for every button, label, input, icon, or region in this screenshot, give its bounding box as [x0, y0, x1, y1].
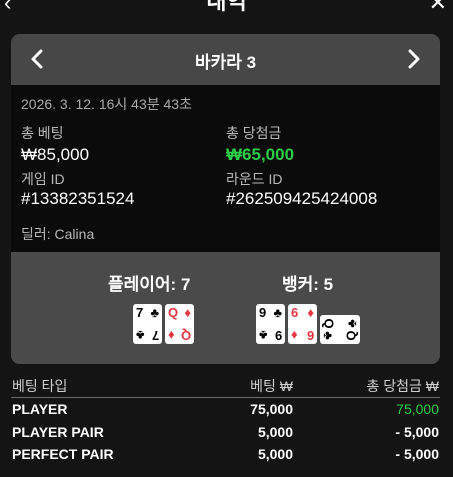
player-card-2: Q ♦ Q ♦: [165, 304, 194, 344]
bet-amount-cell: 75,000: [250, 401, 293, 417]
win-amount-cell: 75,000: [396, 401, 439, 417]
table-row: PLAYER PAIR 5,000 - 5,000: [11, 421, 440, 444]
game-title: 바카라 3: [194, 53, 257, 72]
game-id-value: #13382351524: [21, 189, 135, 208]
header-bet: 베팅 ₩: [250, 378, 293, 394]
card-rank: 9: [259, 305, 267, 320]
round-id-value: #262509425424008: [226, 189, 378, 208]
header-win: 총 당첨금 ₩: [366, 378, 439, 394]
card-suit-icon: ♦: [184, 305, 191, 320]
player-score-label: 플레이어: 7: [108, 275, 191, 294]
bet-table-header: 베팅 타입 베팅 ₩ 총 당첨금 ₩: [11, 372, 440, 398]
total-win-label: 총 당첨금: [226, 125, 282, 141]
table-row: PERFECT PAIR 5,000 - 5,000: [11, 443, 440, 466]
game-id-label: 게임 ID: [21, 171, 65, 187]
bet-type-cell: PLAYER PAIR: [12, 423, 104, 440]
card-suit-icon: ♣: [344, 319, 360, 328]
next-round-button[interactable]: [402, 45, 426, 73]
total-bet-value: ₩85,000: [21, 145, 90, 164]
card-suit-icon: ♣: [273, 305, 282, 320]
bet-table-body: PLAYER 75,000 75,000 PLAYER PAIR 5,000 - 5,00…: [11, 398, 440, 466]
card-suit-icon: ♣: [150, 305, 159, 320]
player-cards: 7 ♣ 7 ♣ Q ♦ Q ♦: [133, 304, 194, 344]
card-suit-icon: ♦: [291, 328, 298, 343]
total-bet-label: 총 베팅: [21, 125, 64, 141]
card-rank: Q: [168, 305, 179, 320]
card-rank: 6: [291, 305, 299, 320]
banker-card-3: Q ♣ Q ♣: [320, 315, 360, 344]
bet-table: 베팅 타입 베팅 ₩ 총 당첨금 ₩ PLAYER 75,000 75,000 PLA…: [11, 372, 440, 466]
header-bet-type: 베팅 타입: [12, 378, 68, 394]
card-rank: 6: [306, 328, 314, 343]
close-icon[interactable]: ✕: [429, 0, 447, 14]
win-amount-cell: - 5,000: [395, 423, 439, 440]
card-header: 바카라 3: [11, 34, 440, 85]
history-card: 바카라 3 2026. 3. 12. 16시 43분 43초 총 베팅 ₩85,…: [11, 34, 440, 364]
card-rank: Q: [321, 318, 337, 329]
win-amount-cell: - 5,000: [395, 446, 439, 462]
round-info: 2026. 3. 12. 16시 43분 43초 총 베팅 ₩85,000 총 …: [11, 85, 440, 252]
banker-card-1: 9 ♣ 9 ♣: [256, 304, 285, 344]
bet-type-cell: PLAYER: [12, 401, 68, 417]
bet-amount-cell: 5,000: [257, 423, 293, 440]
bet-amount-cell: 5,000: [257, 446, 293, 462]
banker-cards: 9 ♣ 9 ♣ 6 ♦ 6 ♦ Q ♣ Q ♣: [256, 304, 360, 344]
round-datetime: 2026. 3. 12. 16시 43분 43초: [21, 96, 192, 112]
chevron-right-icon: [408, 49, 420, 69]
page-title: 내역: [206, 0, 247, 14]
dealer-name: 딜러: Calina: [21, 226, 95, 242]
round-results: 플레이어: 7 뱅커: 5 7 ♣ 7 ♣ Q ♦ Q ♦ 9 ♣ 9 ♣ 6 ♦ 6 ♦ Q ♣ Q ♣: [11, 252, 440, 364]
card-rank: Q: [343, 330, 359, 341]
top-bar: ‹ 내역 ✕: [0, 0, 453, 24]
card-suit-icon: ♣: [136, 328, 145, 343]
banker-card-2: 6 ♦ 6 ♦: [288, 304, 317, 344]
card-suit-icon: ♣: [259, 328, 268, 343]
bet-type-cell: PERFECT PAIR: [12, 446, 114, 462]
round-id-label: 라운드 ID: [226, 171, 283, 187]
table-row: PLAYER 75,000 75,000: [11, 398, 440, 421]
card-rank: 7: [136, 305, 144, 320]
card-rank: 9: [274, 328, 282, 343]
card-suit-icon: ♦: [168, 328, 175, 343]
card-rank: 7: [151, 328, 159, 343]
banker-score-label: 뱅커: 5: [282, 275, 334, 294]
card-suit-icon: ♦: [307, 305, 314, 320]
card-rank: Q: [180, 328, 191, 343]
player-card-1: 7 ♣ 7 ♣: [133, 304, 162, 344]
total-win-value: ₩65,000: [226, 145, 295, 164]
card-suit-icon: ♣: [320, 331, 336, 340]
